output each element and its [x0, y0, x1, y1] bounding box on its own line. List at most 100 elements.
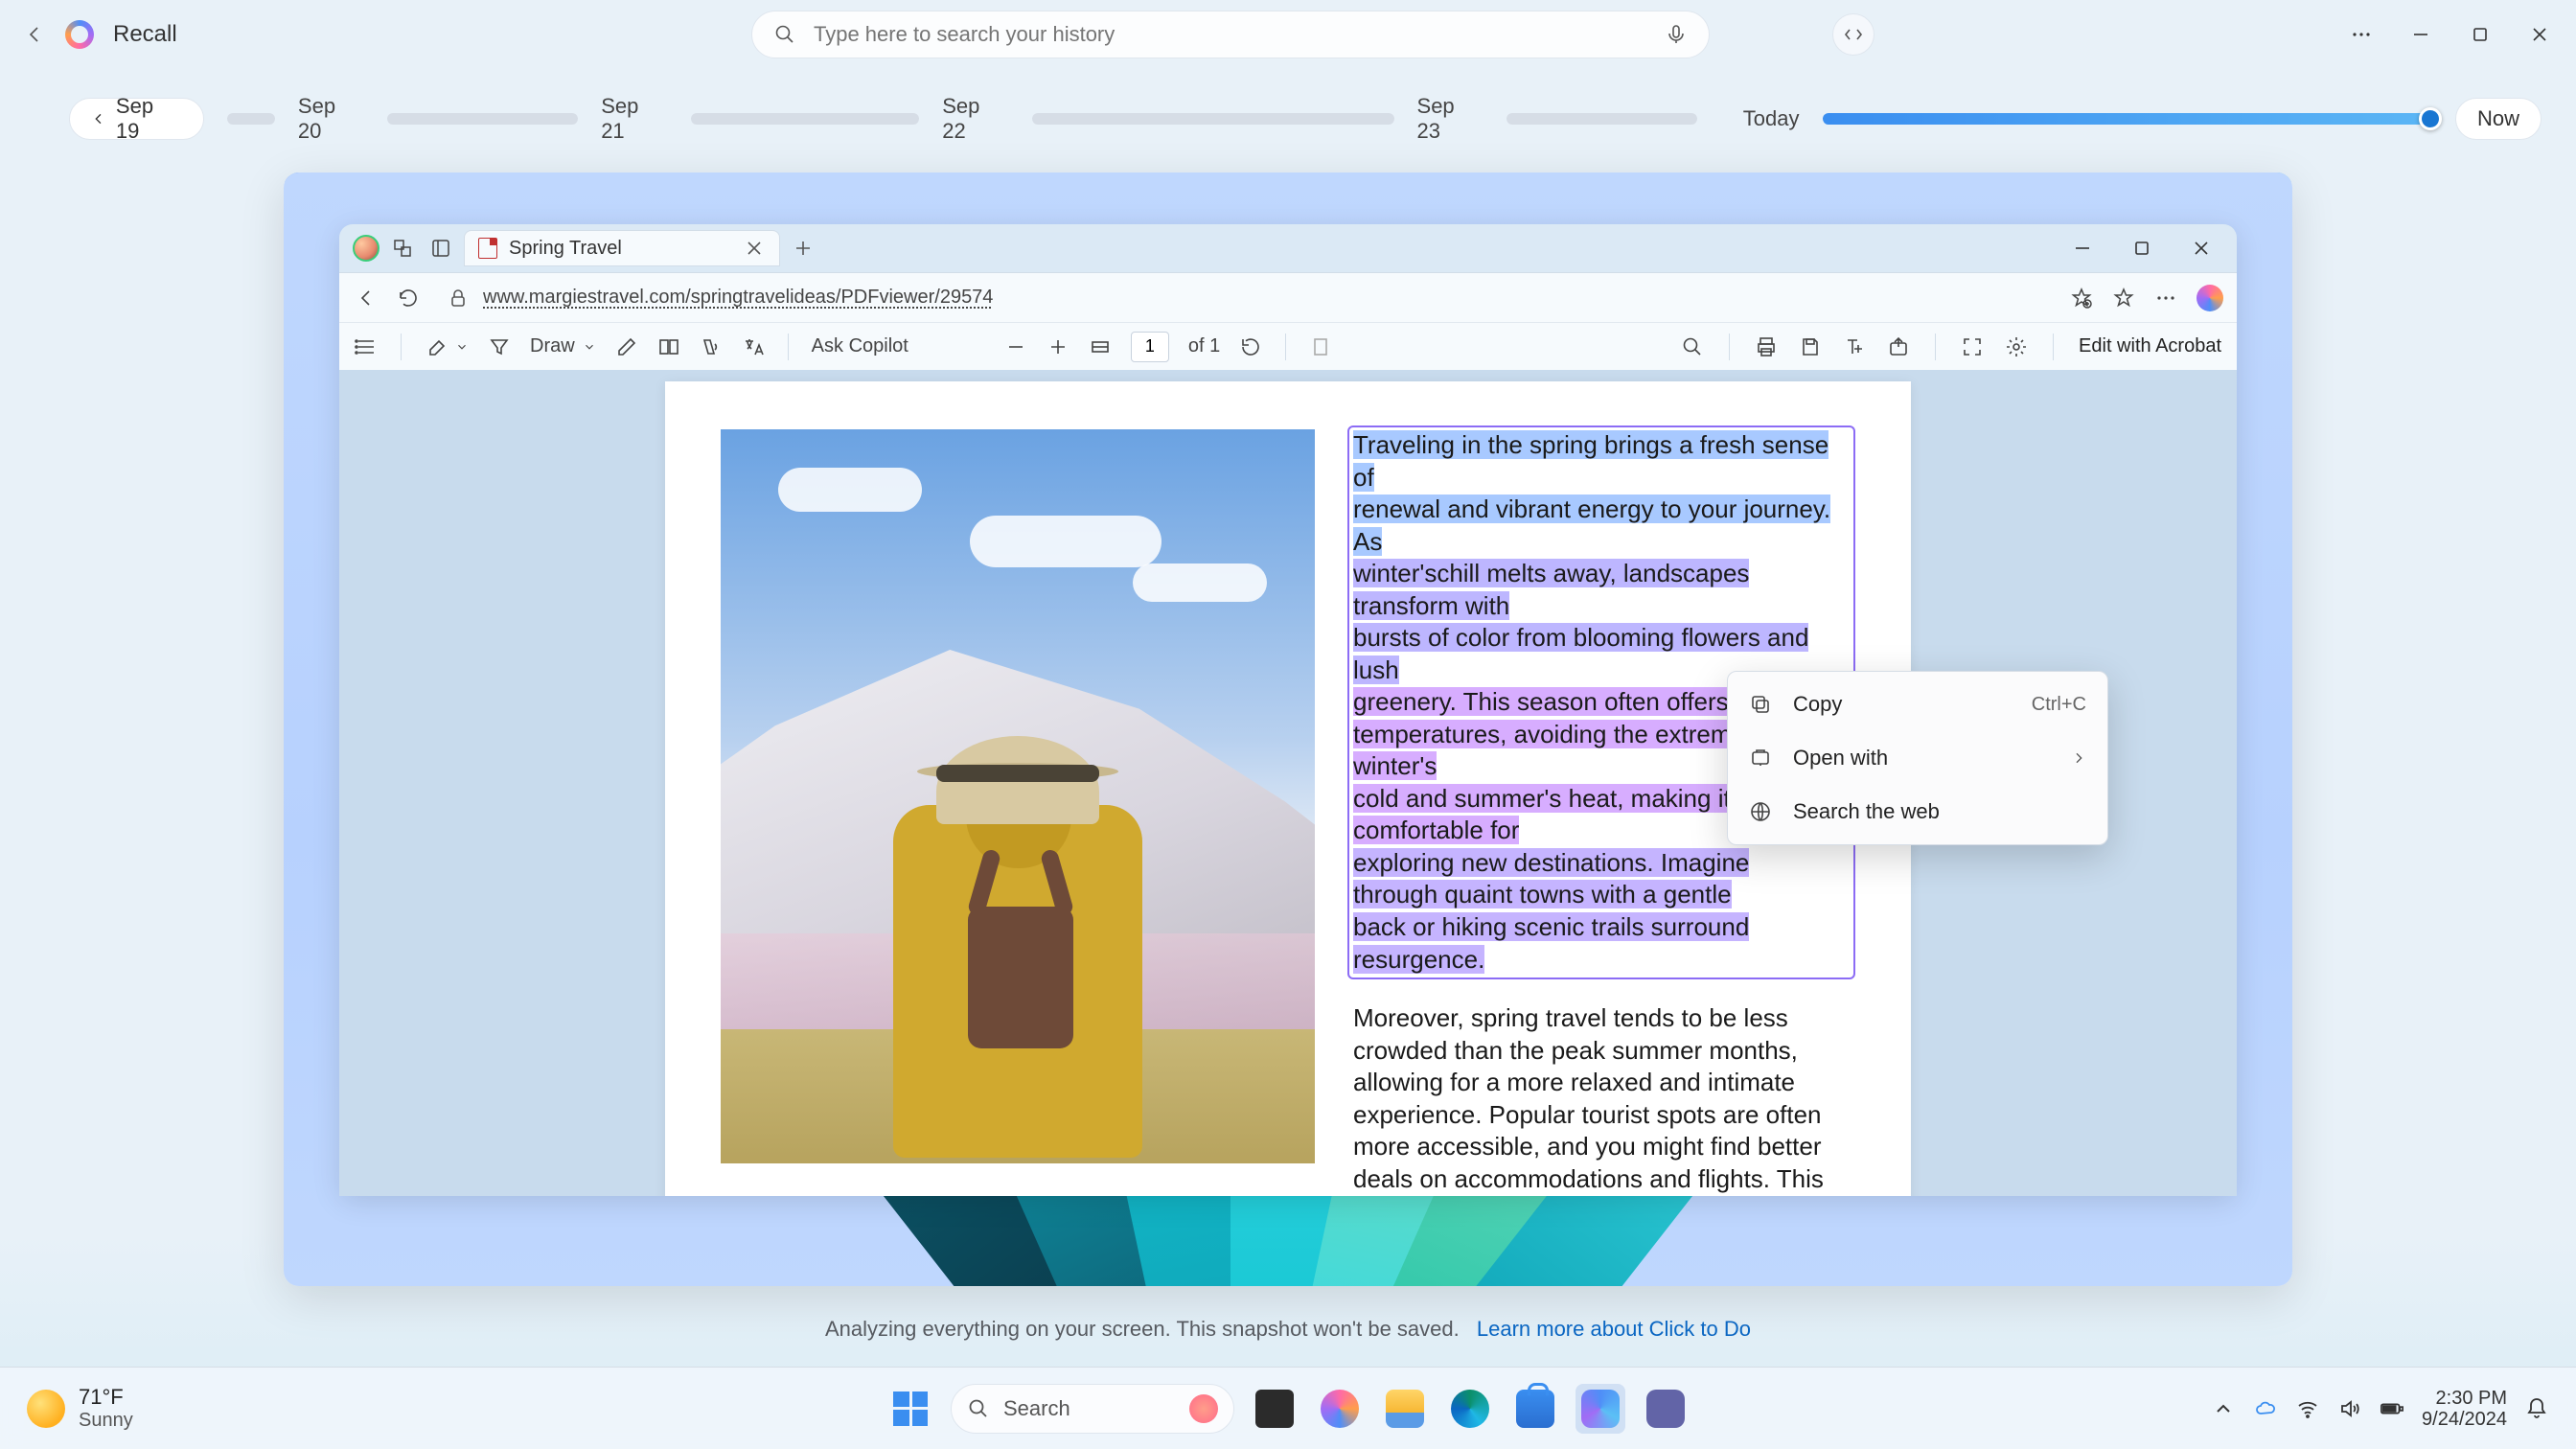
timeline-date: Sep 22	[942, 94, 1008, 144]
save-icon[interactable]	[1799, 335, 1822, 358]
copilot-taskbar-button[interactable]	[1315, 1384, 1365, 1434]
address-bar[interactable]: www.margiestravel.com/springtravelideas/…	[437, 280, 2055, 316]
taskbar-search[interactable]: Search	[951, 1384, 1234, 1434]
pdf-toolbar: Draw Ask Copilot of 1	[339, 322, 2237, 370]
timeline-prev-date-pill[interactable]: Sep 19	[69, 98, 204, 140]
back-button[interactable]	[23, 23, 46, 46]
now-label: Now	[2477, 106, 2519, 131]
more-button[interactable]	[2340, 13, 2382, 56]
status-text: Analyzing everything on your screen. Thi…	[825, 1317, 1460, 1341]
tab-title: Spring Travel	[509, 238, 731, 260]
highlighter-tool[interactable]	[425, 335, 469, 358]
edge-button[interactable]	[1445, 1384, 1495, 1434]
timeline-segment[interactable]	[1506, 113, 1697, 125]
profile-avatar[interactable]	[353, 235, 380, 262]
weather-widget[interactable]: 71°F Sunny	[27, 1386, 133, 1430]
timeline-date: Sep 23	[1417, 94, 1484, 144]
edit-with-acrobat-button[interactable]: Edit with Acrobat	[2079, 335, 2221, 357]
taskbar: 71°F Sunny Search 2:30 PM 9/24/2024	[0, 1367, 2576, 1449]
share-icon[interactable]	[1887, 335, 1910, 358]
windows-logo-icon	[893, 1392, 928, 1426]
ctx-copy-shortcut: Ctrl+C	[2032, 694, 2086, 716]
timeline-today-label: Today	[1743, 106, 1800, 131]
filter-icon[interactable]	[488, 335, 511, 358]
workspaces-icon[interactable]	[391, 237, 414, 260]
weather-temp: 71°F	[79, 1386, 133, 1409]
notifications-icon[interactable]	[2524, 1396, 2549, 1421]
weather-cond: Sunny	[79, 1410, 133, 1431]
ctx-search-web[interactable]: Search the web	[1728, 785, 2107, 839]
recall-taskbar-button[interactable]	[1576, 1384, 1625, 1434]
tab-close-icon[interactable]	[743, 237, 766, 260]
file-explorer-icon	[1386, 1390, 1424, 1428]
page-view-icon	[1309, 335, 1332, 358]
teams-button[interactable]	[1641, 1384, 1690, 1434]
rotate-icon[interactable]	[1239, 335, 1262, 358]
history-search-box[interactable]	[751, 11, 1710, 58]
timeline-today-segment[interactable]	[1823, 113, 2433, 125]
browser-tab[interactable]: Spring Travel	[464, 230, 780, 266]
search-input[interactable]	[814, 22, 1647, 47]
collections-icon[interactable]	[2112, 287, 2135, 310]
add-text-icon[interactable]	[1843, 335, 1866, 358]
hl-line: through quaint towns with a gentle	[1353, 880, 1732, 908]
start-button[interactable]	[886, 1384, 935, 1434]
body-paragraph[interactable]: Moreover, spring travel tends to be less…	[1353, 1002, 1855, 1196]
timeline-segment[interactable]	[227, 113, 275, 125]
timeline-thumb[interactable]	[2419, 107, 2442, 130]
hl-line: winter'schill melts away, landscapes tra…	[1353, 559, 1749, 620]
draw-tool[interactable]: Draw	[530, 335, 596, 357]
vertical-tabs-icon[interactable]	[429, 237, 452, 260]
browser-maximize-button[interactable]	[2124, 230, 2160, 266]
learn-more-link[interactable]: Learn more about Click to Do	[1477, 1317, 1751, 1341]
ctx-copy[interactable]: Copy Ctrl+C	[1728, 678, 2107, 731]
onedrive-icon[interactable]	[2253, 1396, 2278, 1421]
copilot-icon[interactable]	[2196, 285, 2223, 311]
new-tab-icon[interactable]	[792, 237, 815, 260]
zoom-in-icon[interactable]	[1046, 335, 1070, 358]
fullscreen-icon[interactable]	[1961, 335, 1984, 358]
browser-minimize-button[interactable]	[2064, 230, 2101, 266]
page-number-input[interactable]	[1131, 332, 1169, 362]
file-explorer-button[interactable]	[1380, 1384, 1430, 1434]
hl-line: resurgence.	[1353, 945, 1484, 974]
minimize-button[interactable]	[2400, 13, 2442, 56]
fit-width-icon[interactable]	[1089, 335, 1112, 358]
microphone-icon[interactable]	[1665, 23, 1688, 46]
chevron-right-icon	[2071, 750, 2086, 766]
settings-icon[interactable]	[2005, 335, 2028, 358]
ask-copilot-button[interactable]: Ask Copilot	[812, 335, 908, 357]
ctx-open-with[interactable]: Open with	[1728, 731, 2107, 785]
search-icon	[773, 23, 796, 46]
timeline-segment[interactable]	[691, 113, 920, 125]
wifi-icon[interactable]	[2295, 1396, 2320, 1421]
taskbar-clock[interactable]: 2:30 PM 9/24/2024	[2422, 1388, 2507, 1430]
volume-icon[interactable]	[2337, 1396, 2362, 1421]
browser-more-icon[interactable]	[2154, 287, 2177, 310]
timeline-now-pill[interactable]: Now	[2455, 98, 2542, 140]
tray-expand-icon[interactable]	[2211, 1396, 2236, 1421]
store-button[interactable]	[1510, 1384, 1560, 1434]
zoom-out-icon[interactable]	[1004, 335, 1027, 358]
battery-icon[interactable]	[2380, 1396, 2404, 1421]
timeline-segment[interactable]	[1032, 113, 1394, 125]
find-icon[interactable]	[1681, 335, 1704, 358]
pdf-file-icon	[478, 238, 497, 259]
two-page-icon[interactable]	[657, 335, 680, 358]
close-button[interactable]	[2518, 13, 2561, 56]
contents-icon[interactable]	[355, 335, 378, 358]
print-icon[interactable]	[1755, 335, 1778, 358]
clock-time: 2:30 PM	[2422, 1388, 2507, 1409]
browser-refresh-button[interactable]	[395, 287, 422, 310]
maximize-button[interactable]	[2459, 13, 2501, 56]
timeline-segment[interactable]	[387, 113, 578, 125]
translate-icon[interactable]	[742, 335, 765, 358]
browser-close-button[interactable]	[2183, 230, 2220, 266]
browser-back-button[interactable]	[353, 287, 380, 310]
context-menu: Copy Ctrl+C Open with Search the web	[1727, 671, 2108, 845]
read-aloud-icon[interactable]	[700, 335, 723, 358]
task-view-button[interactable]	[1250, 1384, 1300, 1434]
favorite-star-icon[interactable]	[2070, 287, 2093, 310]
erase-icon[interactable]	[615, 335, 638, 358]
ai-actions-button[interactable]	[1832, 13, 1874, 56]
